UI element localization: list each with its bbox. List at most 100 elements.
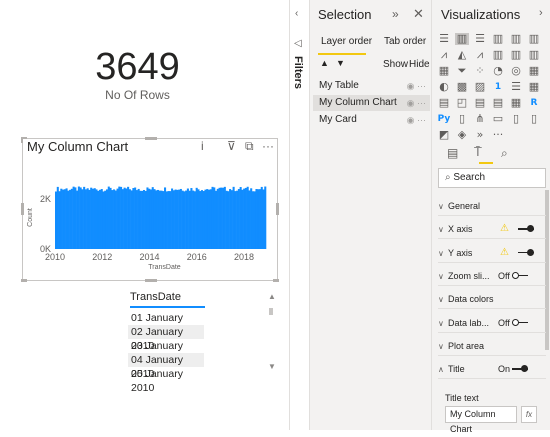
chart-bar[interactable]	[174, 189, 177, 249]
chart-bar[interactable]	[132, 188, 135, 249]
chart-bar[interactable]	[223, 186, 226, 249]
visual-type-icon[interactable]: ◐	[437, 81, 451, 93]
chart-bar[interactable]	[135, 190, 138, 249]
format-section-zoom-sli[interactable]: ∨ Zoom sli... Off	[438, 266, 546, 286]
chart-bar[interactable]	[207, 189, 211, 249]
chart-bar[interactable]	[63, 189, 66, 249]
visual-type-icon[interactable]: ▦	[437, 65, 451, 77]
clustered-column-chart-icon[interactable]: ▥	[455, 33, 469, 45]
chart-bar[interactable]	[137, 188, 140, 249]
chart-bar[interactable]	[130, 190, 133, 249]
analytics-magnifier-icon[interactable]: ⌕	[501, 146, 508, 161]
visual-type-icon[interactable]: ☰	[509, 81, 523, 93]
toggle-switch[interactable]	[512, 271, 528, 279]
chart-bar[interactable]	[116, 188, 119, 249]
visual-type-icon[interactable]: ▯	[455, 113, 469, 125]
chart-bar[interactable]	[88, 189, 91, 249]
search-input[interactable]: ⌕ Search	[438, 168, 546, 188]
visual-type-icon[interactable]: ⁘	[473, 65, 487, 77]
chart-bar[interactable]	[236, 190, 239, 249]
visual-type-icon[interactable]: ▤	[437, 97, 451, 109]
visual-type-icon[interactable]: ◈	[455, 129, 469, 141]
visual-type-icon[interactable]: ▩	[455, 81, 469, 93]
chart-bar[interactable]	[148, 188, 151, 249]
chart-bar[interactable]	[83, 186, 86, 249]
chart-bar[interactable]	[62, 189, 65, 249]
chart-bar[interactable]	[169, 191, 172, 249]
chart-bar[interactable]	[193, 191, 196, 249]
visual-type-icon[interactable]: ⋔	[473, 113, 487, 125]
chart-bar[interactable]	[93, 188, 96, 249]
chart-bar[interactable]	[165, 191, 168, 249]
filter-pane-icon[interactable]: ◁	[294, 38, 302, 49]
tab-tab-order[interactable]: Tab order	[384, 36, 426, 47]
chart-bar[interactable]	[167, 191, 170, 249]
chart-bar[interactable]	[60, 188, 63, 249]
chart-bar[interactable]	[183, 191, 186, 249]
chart-bar[interactable]	[72, 186, 75, 249]
visual-type-icon[interactable]: »	[473, 129, 487, 141]
fields-tab-icon[interactable]: ▤	[447, 146, 458, 160]
visual-type-icon[interactable]: ▯	[527, 113, 541, 125]
chart-bar[interactable]	[248, 190, 251, 249]
visual-type-icon[interactable]: ▦	[527, 81, 541, 93]
visual-type-icon[interactable]: ▥	[491, 33, 505, 45]
chart-bar[interactable]	[237, 189, 240, 249]
chart-bar[interactable]	[134, 187, 137, 249]
visual-type-icon[interactable]: ☰	[437, 33, 451, 45]
move-down-icon[interactable]: ▼	[336, 58, 345, 68]
visual-type-icon[interactable]: ☰	[473, 33, 487, 45]
chart-bar[interactable]	[113, 189, 116, 249]
title-text-input[interactable]: My Column Chart	[445, 406, 517, 434]
chart-bar[interactable]	[156, 189, 160, 249]
toggle-switch[interactable]	[518, 248, 534, 256]
toggle-switch[interactable]	[518, 225, 534, 233]
visual-type-icon[interactable]: ▦	[509, 97, 523, 109]
chart-bar[interactable]	[239, 187, 242, 249]
chart-bar[interactable]	[206, 189, 209, 249]
chart-bar[interactable]	[232, 186, 235, 249]
chart-bar[interactable]	[111, 190, 114, 249]
chart-bar[interactable]	[211, 186, 214, 249]
chart-bar[interactable]	[105, 189, 109, 249]
chart-bar[interactable]	[98, 189, 102, 249]
chart-bar[interactable]	[79, 187, 82, 249]
chart-bar[interactable]	[67, 190, 70, 249]
chart-bar[interactable]	[109, 187, 112, 249]
chart-bar[interactable]	[257, 189, 260, 249]
chart-bar[interactable]	[179, 188, 182, 249]
chart-bar[interactable]	[77, 186, 80, 249]
tab-layer-order[interactable]: Layer order	[321, 36, 372, 47]
chart-bar[interactable]	[246, 186, 249, 249]
chart-bar[interactable]	[218, 187, 221, 249]
chart-bar[interactable]	[139, 190, 142, 249]
visual-type-icon[interactable]: ▥	[491, 49, 505, 61]
chart-bar[interactable]	[216, 188, 219, 249]
format-section-y-axis[interactable]: ∨ Y axis ⚠	[438, 243, 546, 263]
chart-bar[interactable]	[74, 187, 77, 249]
chart-bar[interactable]	[172, 190, 175, 249]
chart-bar[interactable]	[141, 190, 144, 249]
chart-bar[interactable]	[244, 187, 247, 249]
chart-bar[interactable]	[123, 187, 126, 249]
conditional-format-fx-button[interactable]: fx	[521, 406, 537, 423]
chart-bar[interactable]	[144, 190, 147, 249]
close-icon[interactable]: ✕	[413, 6, 424, 22]
chart-bar[interactable]	[97, 190, 100, 249]
chart-bar[interactable]	[55, 191, 58, 250]
visual-type-icon[interactable]: ◰	[455, 97, 469, 109]
chart-bar[interactable]	[120, 186, 123, 249]
chart-bar[interactable]	[160, 190, 163, 249]
format-section-general[interactable]: ∨ General	[438, 196, 546, 216]
format-paint-roller-icon[interactable]: ⍑	[474, 144, 482, 160]
chart-bar[interactable]	[171, 188, 174, 249]
chart-bar[interactable]	[199, 191, 202, 249]
chart-bar[interactable]	[213, 187, 216, 249]
chart-bar[interactable]	[200, 190, 203, 249]
filters-label[interactable]: Filters	[292, 56, 304, 89]
visual-type-icon[interactable]: ⏷	[455, 65, 469, 77]
show-all-button[interactable]: Show	[383, 59, 408, 70]
chart-bar[interactable]	[176, 189, 179, 249]
chart-bar[interactable]	[234, 191, 237, 249]
visual-type-icon[interactable]: ▥	[527, 49, 541, 61]
